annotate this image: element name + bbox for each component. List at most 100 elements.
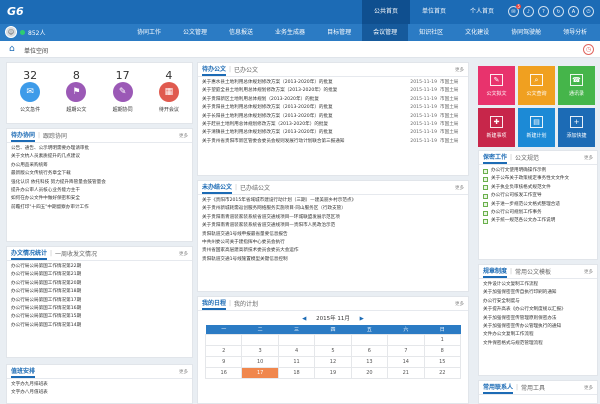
tab-doc-standards[interactable]: 公文规范 [515,153,539,162]
tab-pending-docs[interactable]: 待办公文 [202,64,227,76]
list-item[interactable]: 关于贵州新城耗需返创服务网络服务实施项目·同山服务区（行政支管） [202,205,464,213]
more-link[interactable]: 更多 [455,185,464,191]
calendar-day[interactable]: 17 [241,366,279,379]
clock-icon[interactable]: ◷ [583,44,594,55]
quick-tile[interactable]: ▤ 新建计划 [518,108,555,147]
list-item[interactable]: 关于进一步规范公文格式整理合适 [483,201,593,209]
list-item[interactable]: 关于加强保密宣传自执行印刷的通知 [483,289,593,297]
calendar-day[interactable] [387,333,425,346]
table-row[interactable]: 关于长阳县土地利用总体规划修改方案（2013-2020年）的批复 2015-11-… [202,113,464,121]
nav-item[interactable]: 领导分析 [552,24,598,41]
tab-confidential-work[interactable]: 保密工作 [483,152,508,164]
list-item[interactable]: 贵阳轨道交通1号线施置模型关键信息控制 [202,256,464,264]
list-item[interactable]: 办公用品采购统筹 [11,162,188,170]
stat-card[interactable]: 8 ⚑ 超期公文 [56,69,96,113]
more-link[interactable]: 更多 [455,67,464,73]
calendar-day[interactable]: 21 [387,366,425,379]
list-item[interactable]: 办公行局公局第国工作情况第14期 [11,322,188,330]
message-icon[interactable]: ✉ 5 [508,4,521,17]
stat-card[interactable]: 4 ▦ 待开会议 [149,69,189,113]
tab-finished-docs[interactable]: 已办结公文 [240,183,270,192]
quick-tile[interactable]: + 添加快捷 [558,108,595,147]
list-item[interactable]: 文件设计公文复制工作流程 [483,281,593,289]
font-size-icon[interactable]: A [568,6,579,17]
table-row[interactable]: 关于贵州省贵阳市新区管委会委员会规则发展行动计划联合第三报通知 2015-11-1… [202,138,464,146]
list-item[interactable]: 关于执业负审核格式规范文件 [483,184,593,192]
tab-unfinished-docs[interactable]: 未办结公文 [202,182,233,194]
table-row[interactable]: 关于赶县土地利用总体规划修改方案（2013-2020年）的批复 2015-11-1… [202,121,464,129]
calendar-day[interactable]: 5 [314,344,352,357]
tab-my-schedule[interactable]: 我的日程 [202,298,227,310]
quick-tile[interactable]: ✚ 新建事项 [478,108,515,147]
table-row[interactable]: 关于贵阳县土地利用总体规划修改方案（2013-2020年）的批复 2015-11-… [202,104,464,112]
nav-item[interactable]: 文化建设 [454,24,500,41]
list-item[interactable]: 关于加强保密宣传办公管理执行的通知 [483,323,593,331]
list-item[interactable]: 办公行局公局第国工作情况第16期 [11,305,188,313]
bell-icon[interactable]: ♪ [523,6,534,17]
list-item[interactable]: 文字办九月排班表 [11,381,188,389]
tab-templates[interactable]: 常用公文模板 [515,267,551,276]
tab-pending-meetings[interactable]: 跟踪协同 [43,131,67,140]
more-link[interactable]: 更多 [584,385,593,391]
nav-item[interactable]: 信息报送 [218,24,264,41]
table-row[interactable]: 关于贵阳新区土地利用总体规划（2013-2020年）的批复 2015-11-19 市… [202,96,464,104]
calendar-day[interactable] [277,333,316,346]
list-item[interactable]: 关于统一规范各公文办工作说明 [483,217,593,225]
app-logo[interactable]: G6 [7,5,31,19]
power-icon[interactable]: ⏻ [583,6,594,17]
calendar-day[interactable]: 16 [204,366,243,379]
list-item[interactable]: 办公行文使用明确操作示例 [483,167,593,175]
prev-month-button[interactable]: ◀ [302,316,306,322]
tab-rules[interactable]: 规章制度 [483,266,508,278]
more-link[interactable]: 更多 [179,369,188,375]
tab-done-docs[interactable]: 已办公文 [234,65,258,74]
tab-office-stats[interactable]: 办文情况统计 [11,248,48,260]
list-item[interactable]: 关于加强保密宣传管理原则保密办法 [483,315,593,323]
list-item[interactable]: 办公行局公局第国工作情况第22期 [11,263,188,271]
more-link[interactable]: 更多 [584,155,593,161]
calendar-day[interactable] [241,333,279,346]
list-item[interactable]: 办公行安全制度与 [483,298,593,306]
more-link[interactable]: 更多 [455,301,464,307]
calendar-day[interactable] [314,333,352,346]
calendar-day[interactable]: 15 [423,355,462,368]
table-row[interactable]: 关于惠水县土地利用总体规划修改方案（2013-2020年）的批复 2015-11-… [202,79,464,87]
list-item[interactable]: 办公行局公局第国工作情况第18期 [11,288,188,296]
nav-item[interactable]: 业务生成器 [264,24,316,41]
help-icon[interactable]: ? [538,6,549,17]
list-item[interactable]: 关于文杭人员素质提升的几点建议 [11,153,188,161]
nav-item[interactable]: 目标管理 [316,24,362,41]
list-item[interactable]: 文件保密格式与规范管理流程 [483,340,593,348]
list-item[interactable]: 关于公布关于政策规定事务性文文件文 [483,175,593,183]
calendar-day[interactable]: 18 [277,366,316,379]
tab-tools[interactable]: 常用工具 [521,383,545,392]
calendar-day[interactable]: 12 [314,355,352,368]
list-item[interactable]: 办公行公司规划工作事务 [483,209,593,217]
list-item[interactable]: 贵州省国家高层建高新技术委员会委员大会运作 [202,247,464,255]
calendar-day[interactable]: 13 [350,355,389,368]
calendar-day[interactable]: 1 [423,333,462,346]
more-link[interactable]: 更多 [584,269,593,275]
quick-tile[interactable]: ⌕ 公文查询 [518,66,555,105]
list-item[interactable]: 最新版公文传统行务章全下载 [11,170,188,178]
calendar-day[interactable]: 19 [314,366,352,379]
calendar-day[interactable] [350,333,389,346]
stat-card[interactable]: 32 ✉ 公文急件 [10,69,50,113]
top-tab[interactable]: 公共首页 [362,0,411,24]
nav-item[interactable]: 协同驾驶舱 [500,24,552,41]
tab-my-plan[interactable]: 我的计划 [234,299,258,308]
nav-item[interactable]: 会议管理 [362,24,409,41]
calendar-day[interactable]: 3 [241,344,279,357]
tab-contacts[interactable]: 常用联系人 [483,382,514,394]
list-item[interactable]: 中共州委公司关于建指挥中心委员会执行 [202,239,464,247]
more-link[interactable]: 更多 [179,251,188,257]
calendar-day[interactable] [204,333,243,346]
list-item[interactable]: 强化认识 依托科技 努力提升降管量会鼓管量会 [11,179,188,187]
list-item[interactable]: 办公行公司核发工作宣导 [483,192,593,200]
list-item[interactable]: 办公行局公局第国工作情况第20期 [11,280,188,288]
list-item[interactable]: 文件办公文复制工作流程 [483,331,593,339]
list-item[interactable]: 文字办八月值班表 [11,389,188,397]
table-row[interactable]: 关于清镇县土地利用总体规划修改方案（2013-2020年）的批复 2015-11-… [202,129,464,137]
calendar-day[interactable]: 8 [423,344,462,357]
list-item[interactable]: 关于贵阳南青道装家装系统省道交通线项目—贵阳市人民政治示范 [202,222,464,230]
